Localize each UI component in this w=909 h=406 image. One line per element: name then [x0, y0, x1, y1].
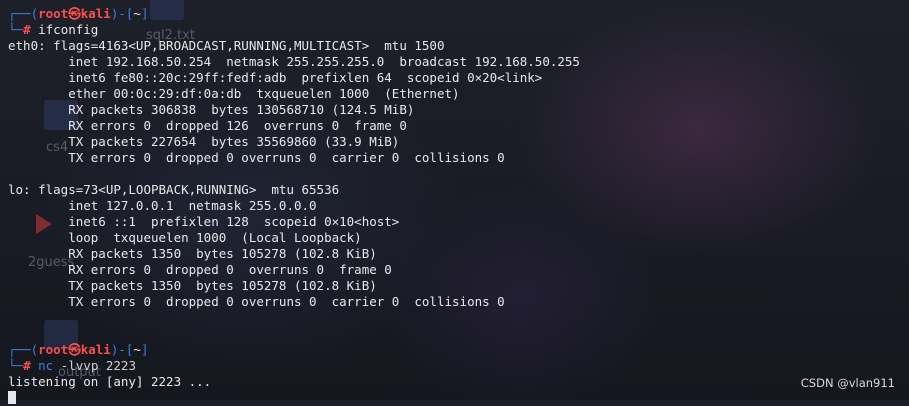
- prompt-line-command: └─# nc -lvvp 2223: [8, 358, 136, 373]
- output-line: listening on [any] 2223 ...: [8, 374, 212, 389]
- skull-icon: ㉿: [68, 342, 81, 357]
- command-output: eth0: flags=4163<UP,BROADCAST,RUNNING,MU…: [8, 38, 909, 310]
- command-output: listening on [any] 2223 ...: [8, 374, 909, 390]
- input-line[interactable]: [8, 390, 909, 406]
- prompt-user: root: [38, 6, 69, 21]
- output-line: ether 00:0c:29:df:0a:db txqueuelen 1000 …: [8, 86, 460, 101]
- command-text: nc: [38, 358, 54, 373]
- output-line: inet6 ::1 prefixlen 128 scopeid 0×10<hos…: [8, 214, 400, 229]
- prompt-line-top: ┌──(root㉿kali)-[~]: [8, 342, 149, 357]
- prompt-user: root: [38, 342, 69, 357]
- output-line: RX errors 0 dropped 0 overruns 0 frame 0: [8, 262, 392, 277]
- prompt-line-top: ┌──(root㉿kali)-[~]: [8, 6, 149, 21]
- command-args: -lvvp 2223: [53, 358, 136, 373]
- output-line: RX errors 0 dropped 126 overruns 0 frame…: [8, 118, 407, 133]
- output-line: eth0: flags=4163<UP,BROADCAST,RUNNING,MU…: [8, 38, 445, 53]
- prompt-host: kali: [80, 342, 111, 357]
- output-line: RX packets 306838 bytes 130568710 (124.5…: [8, 102, 415, 117]
- skull-icon: ㉿: [68, 6, 81, 21]
- output-line: RX packets 1350 bytes 105278 (102.8 KiB): [8, 246, 377, 261]
- cursor: [8, 391, 16, 404]
- watermark-text: CSDN @vlan911: [800, 376, 895, 390]
- output-line: TX errors 0 dropped 0 overruns 0 carrier…: [8, 294, 505, 309]
- output-line: inet 192.168.50.254 netmask 255.255.255.…: [8, 54, 580, 69]
- command-text: ifconfig: [38, 22, 99, 37]
- output-line: inet6 fe80::20c:29ff:fedf:adb prefixlen …: [8, 70, 543, 85]
- output-line: lo: flags=73<UP,LOOPBACK,RUNNING> mtu 65…: [8, 182, 340, 197]
- prompt-host: kali: [80, 6, 111, 21]
- prompt-dir: ~: [133, 6, 141, 21]
- output-line: loop txqueuelen 1000 (Local Loopback): [8, 230, 362, 245]
- terminal-window[interactable]: ┌──(root㉿kali)-[~] └─# ifconfig eth0: fl…: [0, 0, 909, 404]
- output-line: TX packets 227654 bytes 35569860 (33.9 M…: [8, 134, 400, 149]
- prompt-line-command: └─# ifconfig: [8, 22, 99, 37]
- prompt-dir: ~: [133, 342, 141, 357]
- output-line: TX errors 0 dropped 0 overruns 0 carrier…: [8, 150, 505, 165]
- output-line: TX packets 1350 bytes 105278 (102.8 KiB): [8, 278, 377, 293]
- output-line: inet 127.0.0.1 netmask 255.0.0.0: [8, 198, 317, 213]
